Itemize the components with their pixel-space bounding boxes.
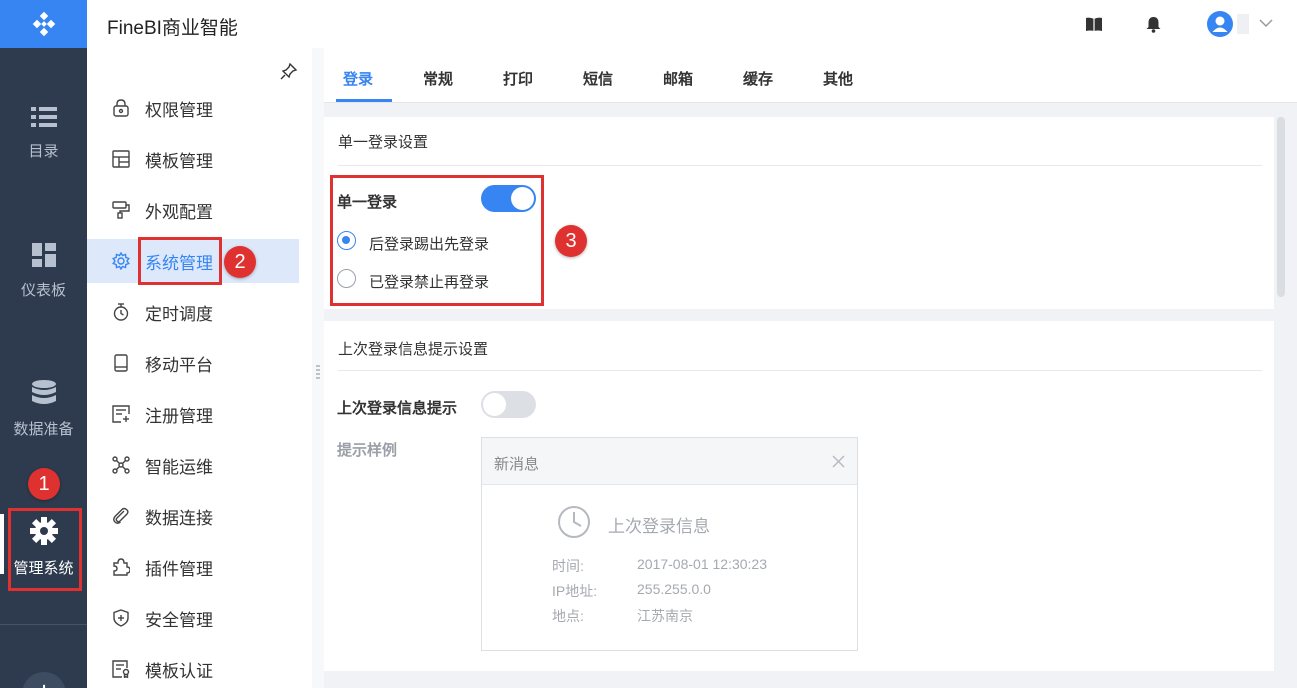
menu-item-label: 插件管理	[145, 559, 213, 579]
sample-title: 上次登录信息	[608, 517, 710, 536]
list-icon	[30, 107, 57, 127]
menu-item-schedule[interactable]: 定时调度	[87, 290, 299, 334]
last-login-label: 上次登录信息提示	[337, 400, 458, 417]
sample-key-location: 地点:	[552, 608, 584, 624]
rail-item-dashboard[interactable]: 仪表板	[0, 243, 87, 300]
bell-icon[interactable]	[1146, 16, 1161, 33]
clock-icon	[558, 506, 590, 538]
tablet-icon	[111, 353, 131, 373]
admin-menu: 权限管理 模板管理 外观配置 系统管理 定时调度 移动平台 注册管理 智能运维 …	[87, 48, 312, 688]
top-header: FineBI商业智能	[87, 0, 1297, 48]
menu-item-security[interactable]: 安全管理	[87, 596, 299, 640]
gear-icon	[111, 251, 131, 271]
sample-key-time: 时间:	[552, 558, 584, 574]
rail-divider	[0, 624, 87, 625]
menu-item-label: 数据连接	[145, 508, 213, 528]
dashboard-icon	[31, 243, 56, 267]
toggle-knob	[483, 393, 506, 416]
menu-item-registration[interactable]: 注册管理	[87, 392, 299, 436]
last-login-toggle[interactable]	[481, 391, 536, 418]
book-icon[interactable]	[1085, 17, 1103, 32]
menu-item-label: 安全管理	[145, 610, 213, 630]
menu-item-plugins[interactable]: 插件管理	[87, 545, 299, 589]
tab-login[interactable]: 登录	[343, 68, 373, 89]
rail-item-label: 数据准备	[13, 421, 74, 438]
lock-icon	[111, 98, 131, 118]
scrollbar[interactable]	[1277, 117, 1285, 297]
paperclip-icon	[111, 506, 131, 526]
rail-item-label: 仪表板	[20, 282, 66, 299]
menu-item-mobile[interactable]: 移动平台	[87, 341, 299, 385]
menu-item-label: 智能运维	[145, 457, 213, 477]
database-icon	[31, 380, 56, 404]
section-divider	[338, 370, 1262, 371]
tab-general[interactable]: 常规	[423, 68, 453, 89]
rail-item-data-prep[interactable]: 数据准备	[0, 380, 87, 439]
section-divider	[338, 165, 1262, 166]
close-icon	[832, 455, 845, 468]
annotation-badge-2: 2	[224, 246, 256, 278]
add-button[interactable]: +	[22, 672, 66, 688]
active-tab-indicator	[336, 99, 392, 102]
sample-value-ip: 255.255.0.0	[637, 581, 711, 597]
user-icon	[1212, 16, 1228, 32]
register-icon	[111, 404, 131, 424]
menu-item-smart-ops[interactable]: 智能运维	[87, 443, 299, 487]
annotation-badge-1: 1	[28, 468, 60, 500]
logo[interactable]	[0, 0, 87, 48]
sample-value-time: 2017-08-01 12:30:23	[637, 556, 767, 572]
username-redacted	[1237, 14, 1249, 34]
section-title: 上次登录信息提示设置	[338, 341, 489, 358]
shield-icon	[111, 608, 131, 628]
menu-item-label: 移动平台	[145, 355, 213, 375]
sample-preview: 新消息 上次登录信息 时间: 2017-08-01 12:30:23 IP地址:…	[481, 437, 858, 651]
menu-item-data-connection[interactable]: 数据连接	[87, 494, 299, 538]
settings-tabs: 登录 常规 打印 短信 邮箱 缓存 其他	[324, 48, 1297, 103]
certificate-icon	[111, 659, 131, 679]
menu-item-label: 外观配置	[145, 202, 213, 222]
highlight-system-menu	[138, 237, 222, 285]
pin-icon[interactable]	[280, 62, 298, 80]
network-icon	[111, 455, 131, 475]
sample-header: 新消息	[482, 438, 857, 485]
menu-item-permissions[interactable]: 权限管理	[87, 86, 299, 130]
sample-label: 提示样例	[337, 442, 398, 459]
section-title: 单一登录设置	[338, 134, 429, 151]
menu-item-label: 模板管理	[145, 151, 213, 171]
sample-value-location: 江苏南京	[637, 608, 693, 624]
tab-sms[interactable]: 短信	[583, 68, 613, 89]
sample-key-ip: IP地址:	[552, 583, 598, 599]
tab-other[interactable]: 其他	[823, 68, 853, 89]
menu-item-appearance[interactable]: 外观配置	[87, 188, 299, 232]
menu-item-templates[interactable]: 模板管理	[87, 137, 299, 181]
drag-handle-icon[interactable]	[316, 364, 320, 380]
app-title: FineBI商业智能	[107, 18, 238, 39]
highlight-admin	[8, 508, 82, 591]
menu-item-template-cert[interactable]: 模板认证	[87, 647, 299, 688]
rail-item-catalog[interactable]: 目录	[0, 106, 87, 161]
paint-roller-icon	[111, 200, 131, 220]
logo-icon	[32, 11, 55, 37]
annotation-badge-3: 3	[555, 225, 587, 257]
stopwatch-icon	[111, 302, 131, 322]
menu-item-label: 定时调度	[145, 304, 213, 324]
chevron-down-icon[interactable]	[1259, 18, 1273, 28]
sample-header-title: 新消息	[494, 456, 540, 473]
rail-item-label: 目录	[28, 143, 59, 160]
menu-item-label: 权限管理	[145, 100, 213, 120]
tab-email[interactable]: 邮箱	[663, 68, 693, 89]
puzzle-icon	[111, 557, 131, 577]
tab-cache[interactable]: 缓存	[743, 68, 773, 89]
avatar[interactable]	[1207, 11, 1233, 37]
tab-print[interactable]: 打印	[503, 68, 533, 89]
menu-item-label: 注册管理	[145, 406, 213, 426]
template-icon	[111, 149, 131, 169]
menu-item-label: 模板认证	[145, 661, 213, 681]
highlight-sso	[330, 175, 544, 306]
